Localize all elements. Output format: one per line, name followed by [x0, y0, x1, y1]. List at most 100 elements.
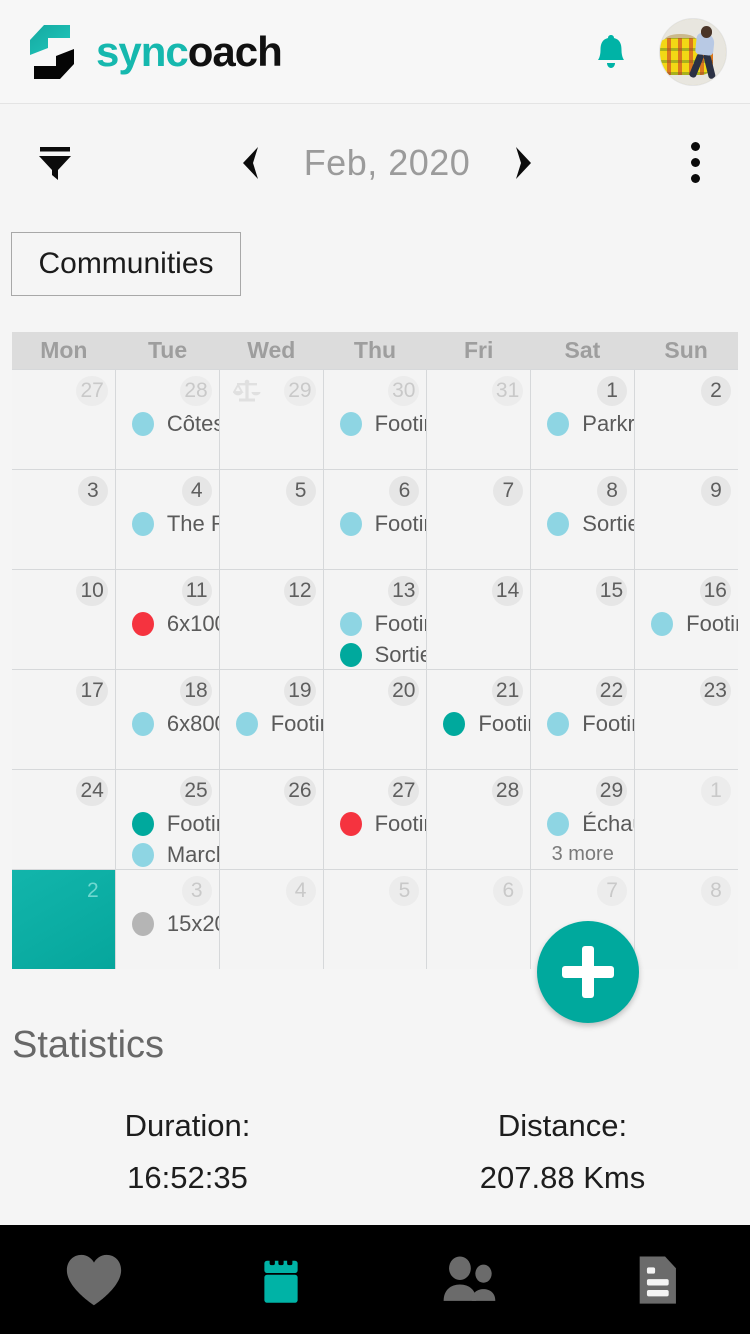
calendar-event[interactable]: Footir — [324, 408, 426, 439]
nav-item-people[interactable] — [434, 1245, 504, 1315]
calendar-day-cell[interactable]: 4 — [219, 870, 323, 969]
calendar-day-cell[interactable]: 1 Parkru — [531, 370, 635, 469]
calendar-event[interactable]: March — [116, 839, 219, 869]
calendar-day-cell[interactable]: 16 Footir — [635, 570, 738, 669]
calendar-day-cell[interactable]: 25 Footir March — [115, 770, 219, 869]
day-events: Parkru — [531, 408, 634, 439]
day-number: 21 — [491, 676, 524, 706]
notification-bell-icon[interactable] — [594, 33, 628, 71]
day-number: 23 — [699, 676, 731, 706]
calendar-day-cell[interactable]: 23 — [635, 670, 738, 769]
calendar-event[interactable]: Footir — [324, 808, 426, 839]
day-events: Footir — [324, 508, 426, 539]
day-number: 5 — [389, 876, 420, 906]
calendar-event[interactable]: Côtes — [116, 408, 219, 439]
calendar-event[interactable]: Sortie — [531, 508, 634, 539]
event-title: 15x20 — [166, 910, 219, 936]
day-events: Footir — [531, 708, 634, 739]
more-vertical-icon[interactable] — [678, 139, 712, 187]
day-number: 24 — [76, 776, 108, 806]
weekday-header-wed: Wed — [247, 337, 296, 363]
current-month-label[interactable]: Feb, 2020 — [272, 142, 502, 184]
calendar-event[interactable]: Footir — [427, 708, 530, 739]
calendar-day-cell[interactable]: 3 15x20 — [115, 870, 219, 969]
calendar-day-cell[interactable]: 28 — [427, 770, 531, 869]
event-title: The R — [166, 510, 219, 536]
event-title: Footir — [270, 710, 323, 736]
weight-scale-icon — [232, 379, 261, 405]
calendar-day-cell[interactable]: 30 Footir — [323, 370, 427, 469]
calendar-day-cell[interactable]: 7 — [427, 470, 531, 569]
calendar-day-cell[interactable]: 17 — [12, 670, 115, 769]
event-title: Sortie — [582, 510, 635, 536]
calendar-day-cell[interactable]: 4 The R — [115, 470, 219, 569]
brand-wordmark: syncoach — [96, 30, 283, 73]
event-title: Footir — [478, 710, 531, 736]
calendar-event[interactable]: Sortie — [324, 639, 426, 669]
event-color-dot — [131, 842, 154, 867]
calendar-day-cell[interactable]: 29 — [219, 370, 323, 469]
avatar[interactable] — [660, 18, 726, 85]
calendar-event[interactable]: 6x100 — [116, 608, 219, 639]
calendar-event[interactable]: 6x800 — [116, 708, 219, 739]
calendar-day-cell[interactable]: 18 6x800 — [115, 670, 219, 769]
calendar-day-cell[interactable]: 14 — [427, 570, 531, 669]
calendar-event[interactable]: Footir — [220, 708, 323, 739]
calendar-day-cell[interactable]: 5 — [219, 470, 323, 569]
calendar-event[interactable]: Footir — [635, 608, 738, 639]
calendar-day-cell[interactable]: 3 — [12, 470, 115, 569]
calendar-day-cell[interactable]: 22 Footir — [531, 670, 635, 769]
brand-logo[interactable]: syncoach — [26, 21, 283, 83]
calendar-day-cell[interactable]: 31 — [427, 370, 531, 469]
next-month-button[interactable] — [502, 139, 546, 187]
calendar-event[interactable]: Échau — [531, 808, 634, 839]
calendar-icon — [264, 1255, 298, 1303]
calendar-day-cell[interactable]: 6 — [427, 870, 531, 969]
calendar-day-cell[interactable]: 29 Échau 3 more — [531, 770, 635, 869]
calendar-day-cell[interactable]: 5 — [323, 870, 427, 969]
calendar-day-cell[interactable]: 19 Footir — [219, 670, 323, 769]
event-color-dot — [339, 411, 362, 436]
calendar-event[interactable]: Footir — [116, 808, 219, 839]
calendar-day-cell[interactable]: 24 — [12, 770, 115, 869]
add-activity-fab[interactable] — [537, 921, 639, 1023]
calendar-day-cell[interactable]: 1 — [635, 770, 738, 869]
calendar-day-cell[interactable]: 15 — [531, 570, 635, 669]
filter-chip-row: Communities — [0, 232, 750, 298]
calendar-day-cell[interactable]: 28 Côtes — [115, 370, 219, 469]
day-number: 13 — [388, 576, 420, 606]
nav-item-document[interactable] — [621, 1245, 691, 1315]
more-events-link[interactable]: 3 more — [531, 843, 634, 866]
calendar-day-cell[interactable]: 26 — [219, 770, 323, 869]
calendar-day-cell[interactable]: 6 Footir — [323, 470, 427, 569]
calendar-day-cell[interactable]: 11 6x100 — [115, 570, 219, 669]
day-number: 26 — [284, 776, 316, 806]
calendar-event[interactable]: Footir — [324, 608, 426, 639]
calendar-day-cell[interactable]: 2 — [635, 370, 738, 469]
calendar-day-cell[interactable]: 8 Sortie — [531, 470, 635, 569]
calendar-day-cell[interactable]: 12 — [219, 570, 323, 669]
nav-item-heart[interactable] — [59, 1245, 129, 1315]
calendar-day-cell[interactable]: 21 Footir — [427, 670, 531, 769]
calendar-event[interactable]: Parkru — [531, 408, 634, 439]
calendar-event[interactable]: Footir — [531, 708, 634, 739]
calendar-day-cell[interactable]: 27 — [12, 370, 115, 469]
event-color-dot — [235, 711, 258, 736]
communities-filter-button[interactable]: Communities — [11, 232, 241, 296]
calendar-day-cell[interactable]: 9 — [635, 470, 738, 569]
distance-label: Distance: — [497, 1108, 628, 1143]
calendar-day-cell[interactable]: 2 — [12, 870, 115, 969]
nav-item-calendar[interactable] — [246, 1245, 316, 1315]
calendar-day-cell[interactable]: 27 Footir — [323, 770, 427, 869]
prev-month-button[interactable] — [228, 139, 272, 187]
event-title: Footir — [686, 610, 738, 636]
calendar-event[interactable]: 15x20 — [116, 908, 219, 939]
calendar-day-cell[interactable]: 10 — [12, 570, 115, 669]
calendar-day-cell[interactable]: 8 — [635, 870, 738, 969]
calendar-day-cell[interactable]: 20 — [323, 670, 427, 769]
filter-funnel-icon[interactable] — [32, 139, 78, 187]
calendar-day-cell[interactable]: 13 Footir Sortie — [323, 570, 427, 669]
calendar-event[interactable]: Footir — [324, 508, 426, 539]
calendar-event[interactable]: The R — [116, 508, 219, 539]
day-events: The R — [116, 508, 219, 539]
